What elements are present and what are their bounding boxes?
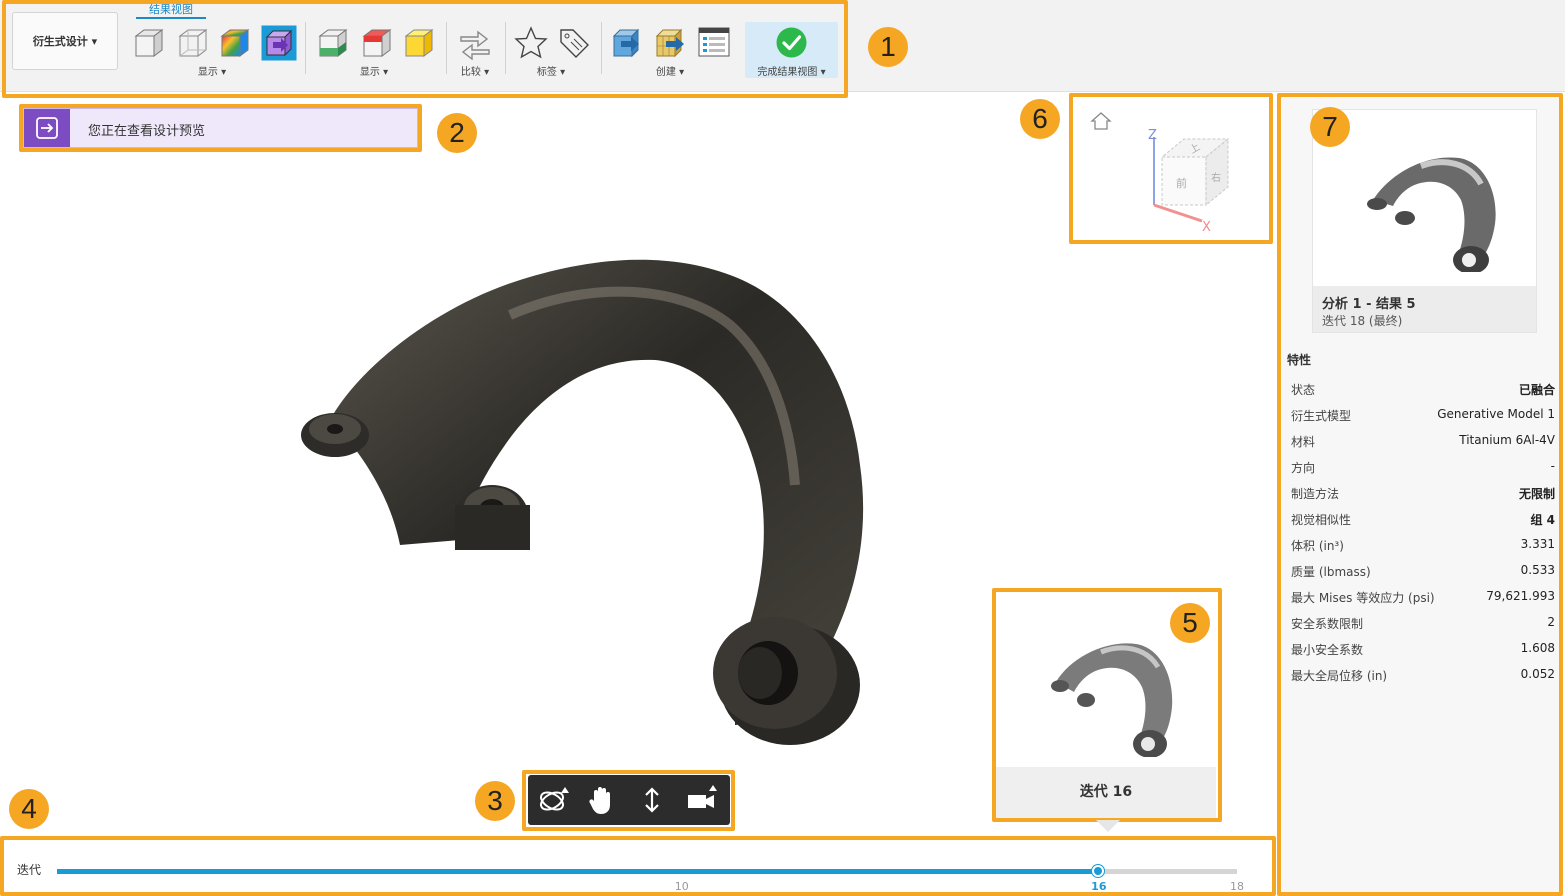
callout-badge-6: 6 — [1020, 99, 1060, 139]
callout-badge-1: 1 — [868, 27, 908, 67]
callout-frame-1 — [2, 0, 848, 98]
callout-frame-3 — [522, 770, 735, 831]
callout-badge-5: 5 — [1170, 603, 1210, 643]
callout-frame-4 — [0, 836, 1276, 896]
app-window: 衍生式设计 ▾ 结果视图 显示 ▾ 显示 ▾ 比较 ▾ 标签 ▾ 创建 ▾ 完成… — [0, 0, 1565, 896]
callout-badge-7: 7 — [1310, 107, 1350, 147]
thumbnail-pointer-icon — [1096, 820, 1120, 832]
callout-badge-4: 4 — [9, 789, 49, 829]
callout-frame-6 — [1069, 93, 1273, 244]
callout-badge-2: 2 — [437, 113, 477, 153]
callout-frame-7 — [1277, 93, 1563, 896]
bracket-3d-model[interactable] — [290, 245, 880, 755]
callout-badge-3: 3 — [475, 781, 515, 821]
callout-frame-2 — [19, 104, 422, 152]
